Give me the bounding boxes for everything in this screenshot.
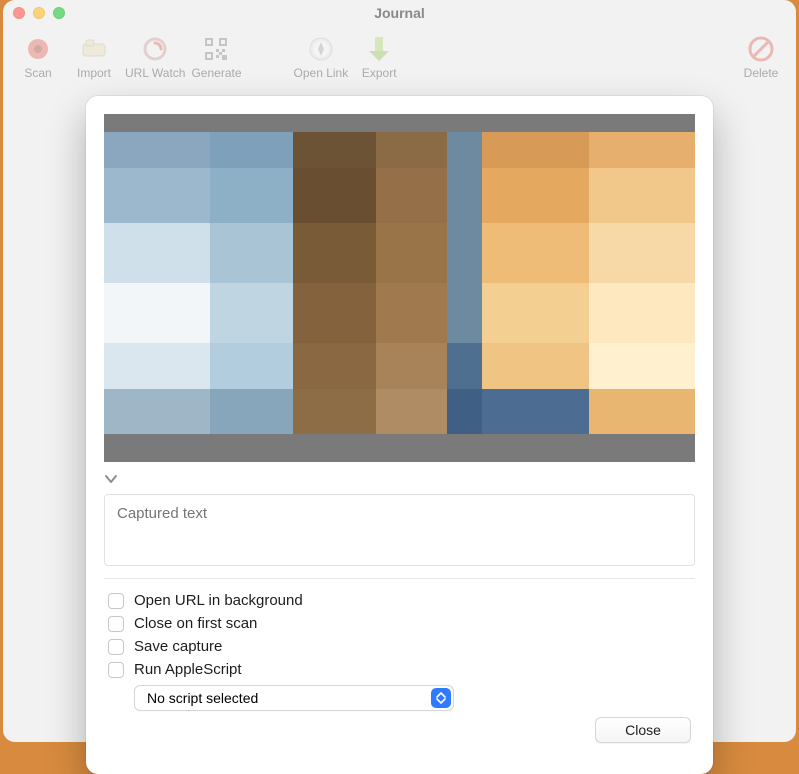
- checkbox[interactable]: [108, 639, 124, 655]
- toolbar-item-url-watch[interactable]: URL Watch: [125, 32, 185, 80]
- select-stepper-icon: [431, 688, 451, 708]
- toolbar-label: Scan: [24, 66, 51, 80]
- option-open-url-background[interactable]: Open URL in background: [108, 589, 691, 612]
- delete-icon: [744, 32, 778, 66]
- chevron-down-icon: [104, 472, 118, 486]
- option-label: Run AppleScript: [134, 661, 242, 678]
- option-label: Close on first scan: [134, 615, 257, 632]
- close-button[interactable]: Close: [595, 717, 691, 743]
- toolbar: Scan Import URL Watch: [3, 26, 796, 84]
- toolbar-label: Export: [362, 66, 397, 80]
- captured-text-input[interactable]: [104, 494, 695, 566]
- camera-image: [104, 132, 695, 434]
- toolbar-label: Import: [77, 66, 111, 80]
- toolbar-item-import[interactable]: Import: [69, 32, 119, 80]
- export-icon: [362, 32, 396, 66]
- url-watch-icon: [138, 32, 172, 66]
- toolbar-label: Generate: [191, 66, 241, 80]
- checkbox[interactable]: [108, 662, 124, 678]
- compass-icon: [304, 32, 338, 66]
- window-title: Journal: [3, 5, 796, 21]
- toolbar-label: URL Watch: [125, 66, 185, 80]
- toolbar-label: Open Link: [294, 66, 349, 80]
- import-icon: [77, 32, 111, 66]
- qr-icon: [199, 32, 233, 66]
- checkbox[interactable]: [108, 616, 124, 632]
- option-label: Save capture: [134, 638, 222, 655]
- scan-sheet: Open URL in background Close on first sc…: [86, 96, 713, 774]
- option-save-capture[interactable]: Save capture: [108, 635, 691, 658]
- checkbox[interactable]: [108, 593, 124, 609]
- camera-preview: [104, 114, 695, 462]
- divider: [104, 578, 695, 579]
- disclosure-toggle[interactable]: [86, 466, 713, 494]
- option-run-applescript[interactable]: Run AppleScript: [108, 658, 691, 681]
- option-label: Open URL in background: [134, 592, 303, 609]
- toolbar-item-delete[interactable]: Delete: [736, 32, 786, 80]
- titlebar: Journal: [3, 0, 796, 26]
- script-select-value: No script selected: [147, 690, 258, 706]
- option-close-on-first-scan[interactable]: Close on first scan: [108, 612, 691, 635]
- toolbar-item-scan[interactable]: Scan: [13, 32, 63, 80]
- scan-icon: [21, 32, 55, 66]
- toolbar-item-generate[interactable]: Generate: [191, 32, 241, 80]
- toolbar-label: Delete: [744, 66, 779, 80]
- options: Open URL in background Close on first sc…: [86, 589, 713, 681]
- script-select[interactable]: No script selected: [134, 685, 454, 711]
- toolbar-item-export[interactable]: Export: [354, 32, 404, 80]
- toolbar-item-open-link[interactable]: Open Link: [294, 32, 349, 80]
